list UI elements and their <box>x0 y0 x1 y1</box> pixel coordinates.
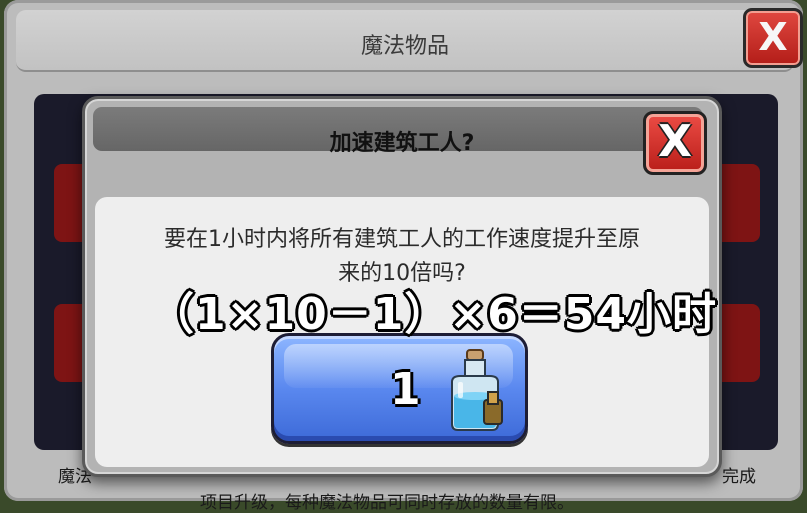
magic-items-title: 魔法物品 <box>360 34 449 59</box>
dialog-close-button[interactable]: X <box>643 111 707 175</box>
use-builder-potion-button[interactable]: 1 <box>271 333 528 444</box>
magic-item-caption: 完成 <box>722 467 756 487</box>
prompt-text-line1: 要在1小时内将所有建筑工人的工作速度提升至原 <box>164 227 640 252</box>
magic-items-close-button[interactable]: X <box>743 8 803 68</box>
overlay-formula-text: （1×10－1）×6＝54小时 <box>150 289 718 340</box>
potion-count: 1 <box>390 364 421 415</box>
builder-potion-icon <box>451 349 503 431</box>
magic-items-titlebar: 魔法物品 <box>16 10 794 72</box>
dialog-title: 加速建筑工人? <box>329 131 475 156</box>
